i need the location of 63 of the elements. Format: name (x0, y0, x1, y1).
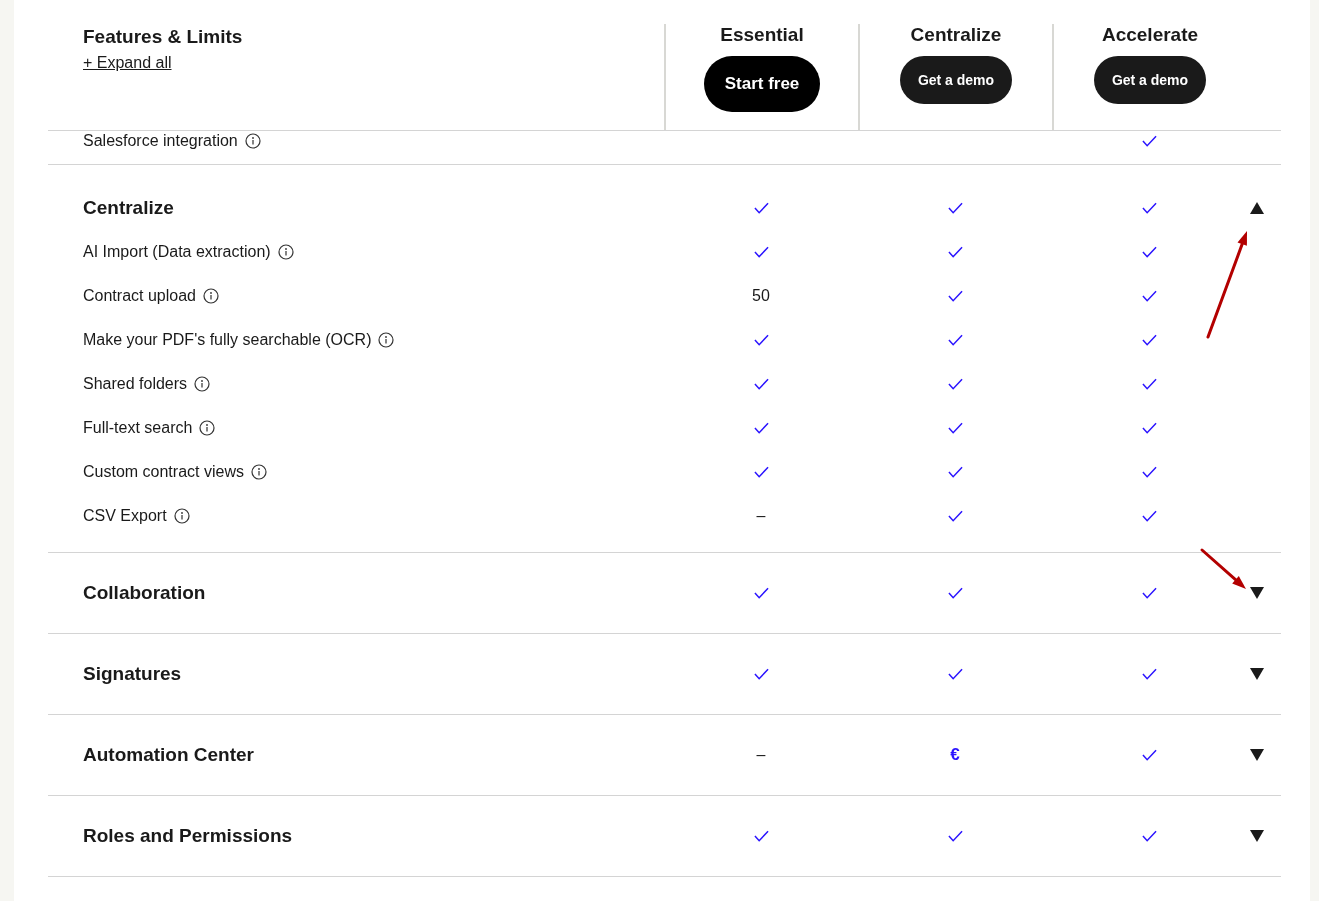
cell-value: € (950, 744, 960, 767)
check-icon (1141, 668, 1157, 680)
expand-icon[interactable] (1250, 749, 1264, 761)
cell-value: – (756, 745, 766, 765)
feature-label: Full-text search (83, 418, 193, 438)
check-icon (947, 587, 963, 599)
check-icon (1141, 510, 1157, 522)
check-icon (753, 587, 769, 599)
section-title: Centralize (83, 195, 174, 220)
check-icon (1141, 246, 1157, 258)
section-title: Automation Center (83, 742, 254, 767)
check-icon (947, 510, 963, 522)
section-heading: Features & Limits (83, 25, 243, 49)
feature-label: Shared folders (83, 374, 188, 394)
cell-value: 50 (752, 286, 770, 306)
plan-name: Centralize (910, 24, 1002, 46)
section-title: Collaboration (83, 580, 206, 605)
plan-name: Accelerate (1101, 24, 1199, 46)
check-icon (947, 202, 963, 214)
check-icon (1141, 290, 1157, 302)
check-icon (947, 334, 963, 346)
feature-label: Salesforce integration (83, 131, 238, 151)
check-icon (1141, 749, 1157, 761)
check-icon (753, 246, 769, 258)
check-icon (753, 334, 769, 346)
check-icon (1141, 378, 1157, 390)
check-icon (947, 668, 963, 680)
expand-icon[interactable] (1250, 668, 1264, 680)
feature-label: CSV Export (83, 506, 167, 526)
expand-icon[interactable] (1250, 587, 1264, 599)
check-icon (753, 422, 769, 434)
cell-value: – (756, 506, 766, 526)
check-icon (1141, 422, 1157, 434)
check-icon (1141, 202, 1157, 214)
check-icon (753, 378, 769, 390)
feature-label: Custom contract views (83, 462, 244, 482)
check-icon (1141, 830, 1157, 842)
section-title: Signatures (83, 661, 182, 686)
demo-button[interactable]: Get a demo (1094, 56, 1206, 104)
check-icon (753, 830, 769, 842)
check-icon (947, 246, 963, 258)
demo-button[interactable]: Get a demo (900, 56, 1012, 104)
check-icon (947, 830, 963, 842)
check-icon (947, 422, 963, 434)
feature-label: Make your PDF's fully searchable (OCR) (83, 330, 372, 350)
expand-all-link[interactable]: + Expand all (83, 53, 172, 73)
check-icon (1141, 466, 1157, 478)
check-icon (947, 466, 963, 478)
check-icon (1141, 334, 1157, 346)
plan-name: Essential (720, 24, 804, 46)
check-icon (947, 290, 963, 302)
section-title: Roles and Permissions (83, 823, 293, 848)
check-icon (753, 466, 769, 478)
check-icon (753, 668, 769, 680)
expand-icon[interactable] (1250, 830, 1264, 842)
check-icon (1141, 587, 1157, 599)
feature-label: AI Import (Data extraction) (83, 242, 271, 262)
check-icon (753, 202, 769, 214)
start-free-button[interactable]: Start free (704, 56, 820, 112)
collapse-icon[interactable] (1250, 202, 1264, 214)
check-icon (947, 378, 963, 390)
check-icon (1141, 135, 1157, 147)
feature-label: Contract upload (83, 286, 196, 306)
